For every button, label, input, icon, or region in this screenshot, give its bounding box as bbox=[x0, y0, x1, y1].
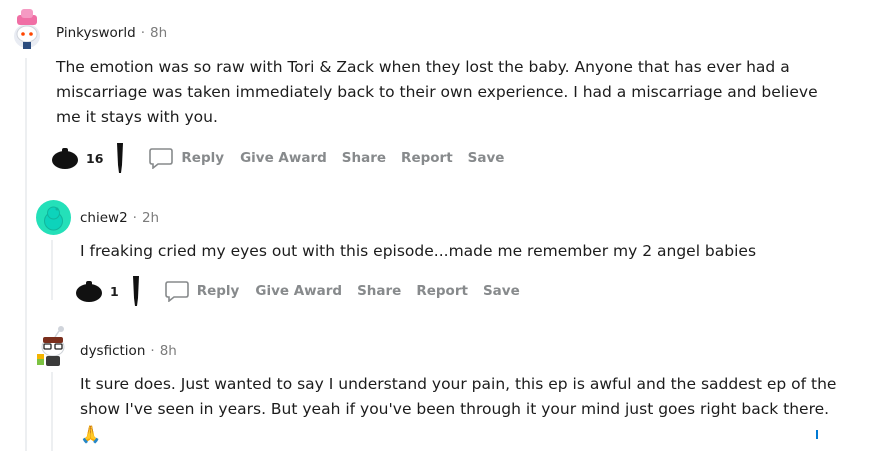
save-button[interactable]: Save bbox=[468, 150, 505, 166]
give-award-button[interactable]: Give Award bbox=[240, 150, 327, 166]
avatar[interactable] bbox=[36, 200, 71, 235]
comment-actions: 1 Reply Give Award Share Report Save bbox=[74, 276, 535, 306]
report-button[interactable]: Report bbox=[416, 283, 468, 299]
comment-bubble-icon bbox=[149, 148, 174, 169]
username[interactable]: Pinkysworld bbox=[56, 25, 136, 41]
report-button[interactable]: Report bbox=[401, 150, 453, 166]
share-button[interactable]: Share bbox=[342, 150, 386, 166]
thread-line-reply[interactable] bbox=[51, 240, 53, 300]
upvote-icon[interactable] bbox=[74, 279, 104, 303]
comment-meta: chiew2 · 2h bbox=[80, 210, 159, 226]
comment-meta: dysfiction · 8h bbox=[80, 343, 177, 359]
upvote-icon[interactable] bbox=[50, 146, 80, 170]
timestamp[interactable]: 8h bbox=[160, 343, 177, 359]
comment-body: The emotion was so raw with Tori & Zack … bbox=[56, 58, 818, 126]
username[interactable]: dysfiction bbox=[80, 343, 145, 359]
snoo-avatar-glasses-icon bbox=[37, 326, 65, 366]
reply-label: Reply bbox=[196, 283, 240, 299]
vote-score: 16 bbox=[86, 150, 104, 166]
comment-body: I freaking cried my eyes out with this e… bbox=[80, 242, 757, 260]
avatar[interactable] bbox=[9, 6, 45, 50]
downvote-icon[interactable] bbox=[115, 143, 125, 173]
timestamp[interactable]: 2h bbox=[142, 210, 159, 226]
reply-button[interactable]: Reply bbox=[164, 280, 240, 302]
username[interactable]: chiew2 bbox=[80, 210, 128, 226]
pray-emoji-icon: 🙏 bbox=[80, 425, 102, 445]
reply-label: Reply bbox=[181, 150, 225, 166]
text-cursor bbox=[816, 430, 818, 439]
avatar[interactable] bbox=[35, 323, 71, 369]
thread-line-reply-2[interactable] bbox=[51, 372, 53, 451]
snoo-avatar-teal-icon bbox=[44, 206, 63, 231]
comment-body: It sure does. Just wanted to say I under… bbox=[80, 375, 837, 418]
give-award-button[interactable]: Give Award bbox=[255, 283, 342, 299]
meta-separator: · bbox=[140, 25, 145, 41]
vote-score: 1 bbox=[110, 283, 119, 299]
comment-meta: Pinkysworld · 8h bbox=[56, 25, 167, 41]
downvote-icon[interactable] bbox=[131, 276, 141, 306]
meta-separator: · bbox=[132, 210, 137, 226]
save-button[interactable]: Save bbox=[483, 283, 520, 299]
share-button[interactable]: Share bbox=[357, 283, 401, 299]
snoo-avatar-pink-hat-icon bbox=[14, 9, 40, 49]
thread-line-top[interactable] bbox=[25, 58, 27, 451]
comment-bubble-icon bbox=[164, 281, 189, 302]
reply-button[interactable]: Reply bbox=[149, 147, 224, 169]
timestamp[interactable]: 8h bbox=[150, 25, 167, 41]
meta-separator: · bbox=[150, 343, 155, 359]
comment-actions: 16 Reply Give Award Share Report Save bbox=[50, 143, 519, 173]
